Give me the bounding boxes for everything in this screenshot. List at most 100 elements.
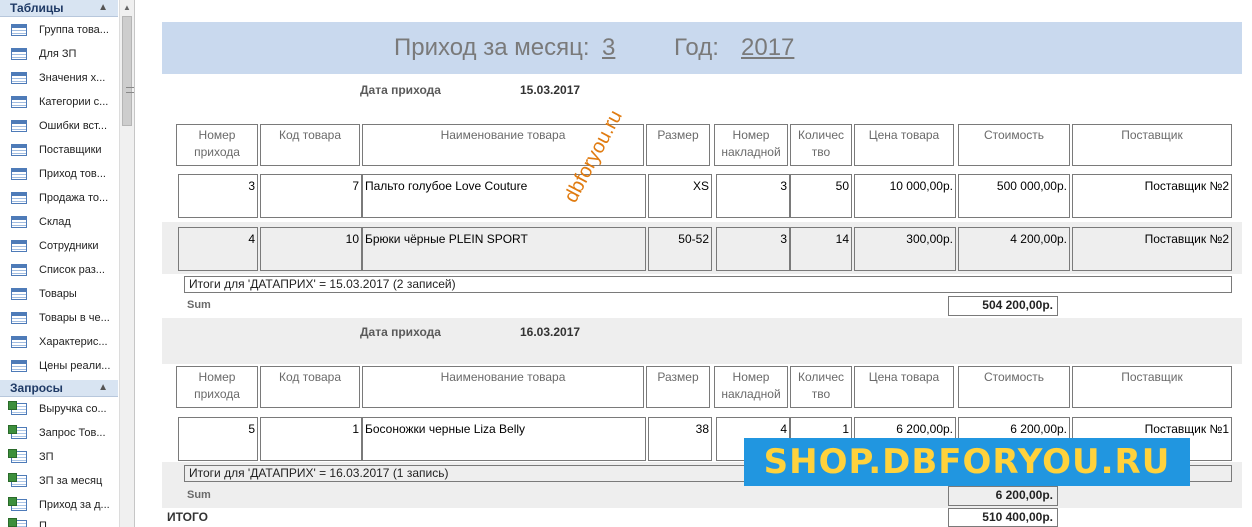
- nav-query-item[interactable]: ЗП за месяц: [0, 469, 118, 493]
- header-receipt-number: Номер прихода: [176, 366, 258, 408]
- nav-table-item[interactable]: Товары в че...: [0, 306, 118, 330]
- scrollbar-thumb[interactable]: [122, 16, 134, 126]
- nav-item-label: Цены реали...: [39, 360, 111, 372]
- nav-scrollbar[interactable]: ▲: [119, 0, 134, 527]
- cell-quantity: 50: [790, 174, 852, 218]
- cell-invoice-number: 3: [716, 174, 790, 218]
- query-icon: [8, 449, 27, 463]
- nav-query-item[interactable]: Выручка со...: [0, 397, 118, 421]
- report-year-value: 2017: [741, 34, 795, 61]
- cell-cost: 500 000,00р.: [958, 174, 1070, 218]
- header-size: Размер: [646, 124, 710, 166]
- nav-table-item[interactable]: Ошибки вст...: [0, 114, 118, 138]
- nav-item-label: Сотрудники: [39, 240, 99, 252]
- report-year-label: Год:: [674, 34, 719, 61]
- report-month-value: 3: [602, 34, 616, 61]
- nav-table-item[interactable]: Список раз...: [0, 258, 118, 282]
- cell-price: 10 000,00р.: [854, 174, 956, 218]
- nav-table-item[interactable]: Для ЗП: [0, 42, 118, 66]
- cell-cost: 4 200,00р.: [958, 227, 1070, 271]
- nav-query-item[interactable]: Запрос Тов...: [0, 421, 118, 445]
- nav-table-item[interactable]: Товары: [0, 282, 118, 306]
- nav-item-label: Продажа то...: [39, 192, 109, 204]
- cell-receipt-number: 4: [178, 227, 258, 271]
- cell-product-code: 1: [260, 417, 362, 461]
- table-icon: [11, 216, 27, 228]
- header-price: Цена товара: [854, 366, 954, 408]
- header-product-code: Код товара: [260, 124, 360, 166]
- table-icon: [11, 360, 27, 372]
- nav-item-label: ЗП: [39, 451, 54, 463]
- nav-table-item[interactable]: Группа това...: [0, 18, 118, 42]
- header-supplier: Поставщик: [1072, 366, 1232, 408]
- cell-product-name: Пальто голубое Love Couture: [362, 174, 646, 218]
- query-icon: [8, 518, 27, 527]
- cell-product-name: Брюки чёрные PLEIN SPORT: [362, 227, 646, 271]
- nav-item-label: Для ЗП: [39, 48, 77, 60]
- nav-table-item[interactable]: Склад: [0, 210, 118, 234]
- nav-table-item[interactable]: Продажа то...: [0, 186, 118, 210]
- nav-table-item[interactable]: Сотрудники: [0, 234, 118, 258]
- nav-table-item[interactable]: Приход тов...: [0, 162, 118, 186]
- nav-table-item[interactable]: Цены реали...: [0, 354, 118, 378]
- query-icon: [8, 425, 27, 439]
- cell-size: XS: [648, 174, 712, 218]
- nav-query-item[interactable]: П...: [0, 514, 118, 527]
- cell-quantity: 14: [790, 227, 852, 271]
- grand-total: 510 400,00р.: [948, 508, 1058, 527]
- table-icon: [11, 24, 27, 36]
- nav-table-item[interactable]: Категории с...: [0, 90, 118, 114]
- table-icon: [11, 264, 27, 276]
- group-date-label: Дата прихода: [360, 325, 441, 339]
- group-footer: Итоги для 'ДАТАПРИХ' = 15.03.2017 (2 зап…: [184, 276, 1232, 293]
- header-cost: Стоимость: [958, 124, 1070, 166]
- query-icon: [8, 401, 27, 415]
- collapse-chevron-icon[interactable]: ▲: [98, 380, 108, 396]
- cell-size: 50-52: [648, 227, 712, 271]
- table-icon: [11, 48, 27, 60]
- table-icon: [11, 240, 27, 252]
- header-price: Цена товара: [854, 124, 954, 166]
- nav-item-label: П...: [39, 520, 57, 527]
- nav-table-item[interactable]: Значения х...: [0, 66, 118, 90]
- cell-size: 38: [648, 417, 712, 461]
- header-invoice-number: Номер накладной: [714, 366, 788, 408]
- queries-group-header[interactable]: Запросы ▲: [0, 380, 118, 397]
- nav-item-label: Товары: [39, 288, 77, 300]
- nav-item-label: Характерис...: [39, 336, 108, 348]
- scroll-up-arrow-icon[interactable]: ▲: [123, 3, 131, 12]
- table-icon: [11, 168, 27, 180]
- tables-group-label: Таблицы: [10, 1, 64, 15]
- collapse-chevron-icon[interactable]: ▲: [98, 0, 108, 16]
- nav-table-item[interactable]: Поставщики: [0, 138, 118, 162]
- nav-item-label: Поставщики: [39, 144, 102, 156]
- header-product-name: Наименование товара: [362, 366, 644, 408]
- nav-item-label: ЗП за месяц: [39, 475, 103, 487]
- table-icon: [11, 336, 27, 348]
- cell-supplier: Поставщик №2: [1072, 174, 1232, 218]
- cell-product-name: Босоножки черные Liza Belly: [362, 417, 646, 461]
- cell-product-code: 10: [260, 227, 362, 271]
- header-supplier: Поставщик: [1072, 124, 1232, 166]
- promo-banner: SHOP.DBFORYOU.RU: [744, 438, 1190, 486]
- sum-label: Sum: [187, 489, 211, 501]
- navigation-pane: Таблицы ▲ Группа това... Для ЗП Значения…: [0, 0, 135, 527]
- table-icon: [11, 312, 27, 324]
- query-icon: [8, 497, 27, 511]
- cell-receipt-number: 3: [178, 174, 258, 218]
- table-icon: [11, 192, 27, 204]
- nav-table-item[interactable]: Характерис...: [0, 330, 118, 354]
- nav-item-label: Склад: [39, 216, 71, 228]
- header-cost: Стоимость: [958, 366, 1070, 408]
- header-quantity: Количес тво: [790, 124, 852, 166]
- nav-query-item[interactable]: ЗП: [0, 445, 118, 469]
- cell-price: 300,00р.: [854, 227, 956, 271]
- nav-item-label: Выручка со...: [39, 403, 107, 415]
- group-sum: 504 200,00р.: [948, 296, 1058, 316]
- cell-receipt-number: 5: [178, 417, 258, 461]
- group-date-value: 16.03.2017: [520, 325, 581, 339]
- header-product-code: Код товара: [260, 366, 360, 408]
- header-receipt-number: Номер прихода: [176, 124, 258, 166]
- query-icon: [8, 473, 27, 487]
- tables-group-header[interactable]: Таблицы ▲: [0, 0, 118, 17]
